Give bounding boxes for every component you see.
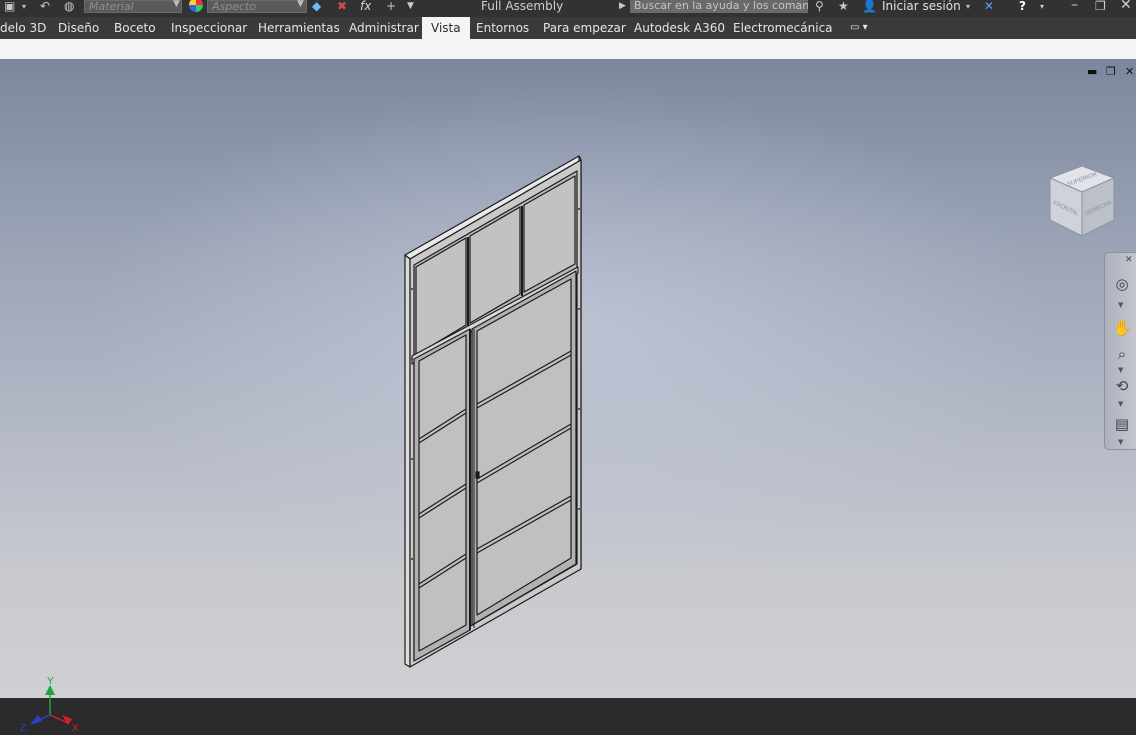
tab-para-empezar[interactable]: Para empezar	[534, 17, 635, 39]
steeringwheel-icon[interactable]: ◎	[1113, 275, 1131, 293]
search-placeholder: Buscar en la ayuda y los comanc	[634, 0, 808, 12]
chevron-down-icon[interactable]: ▼	[1118, 400, 1123, 408]
tab-autodesk-a360[interactable]: Autodesk A360	[625, 17, 734, 39]
undo-icon[interactable]: ↶	[40, 0, 50, 17]
z-axis-arrow	[30, 715, 42, 725]
tab-label: delo 3D	[0, 21, 47, 35]
fx-icon[interactable]: fx	[360, 0, 371, 17]
save-icon[interactable]: ▣	[4, 0, 15, 17]
viewface-icon[interactable]: ▤	[1113, 415, 1131, 433]
signin-button[interactable]: Iniciar sesión	[882, 0, 961, 13]
title-bar: ▣ ▾ ↶ ◍ Material ▼ Aspecto ▼ ◆ ✖ fx + ▼ …	[0, 0, 1136, 17]
customize-dropdown-icon[interactable]: ▼	[407, 0, 414, 17]
save-dropdown-icon[interactable]: ▾	[22, 0, 26, 17]
search-expand-icon[interactable]: ▶	[619, 0, 626, 17]
tab-electromecanica[interactable]: Electromecánica	[724, 17, 842, 39]
tab-label: Administrar	[349, 21, 419, 35]
axis-triad: Y X Z	[20, 676, 79, 734]
help-dropdown-icon[interactable]: ▾	[1040, 0, 1044, 17]
material-dropdown[interactable]: Material	[84, 0, 182, 13]
adjust-icon[interactable]: ◆	[312, 0, 321, 17]
viewcube[interactable]: SUPERIOR FRONTAL DERECHA	[1046, 164, 1118, 240]
tab-label: Boceto	[114, 21, 156, 35]
chevron-down-icon[interactable]: ▼	[1118, 301, 1123, 309]
appearance-dropdown[interactable]: Aspecto	[207, 0, 307, 13]
document-title: Full Assembly	[481, 0, 564, 13]
minimize-icon[interactable]: –	[1071, 0, 1078, 13]
tab-label: Vista	[431, 21, 461, 35]
navigation-bar: ✕ ◎ ▼ ✋ ⌕ ▼ ⟲ ▼ ▤ ▼	[1104, 252, 1136, 450]
chevron-down-icon: ▾	[859, 22, 868, 33]
x-axis-label: X	[72, 723, 79, 734]
search-input[interactable]: Buscar en la ayuda y los comanc	[630, 0, 808, 13]
tab-label: Autodesk A360	[634, 21, 725, 35]
tab-boceto[interactable]: Boceto	[105, 17, 165, 39]
navbar-close-icon[interactable]: ✕	[1125, 255, 1133, 265]
chevron-down-icon: ▼	[173, 0, 180, 9]
material-dropdown-value: Material	[89, 0, 134, 13]
signin-icon: 👤	[862, 0, 877, 13]
navbar-customize-icon[interactable]: ▼	[1118, 438, 1123, 446]
orbit-icon[interactable]: ⟲	[1113, 377, 1131, 395]
material-icon: ◍	[64, 0, 75, 13]
star-icon[interactable]: ★	[838, 0, 849, 17]
signin-dropdown-icon[interactable]: ▾	[966, 0, 970, 17]
pan-icon[interactable]: ✋	[1113, 319, 1132, 337]
z-axis-label: Z	[20, 723, 26, 734]
ribbon-tabs: delo 3D Diseño Boceto Inspeccionar Herra…	[0, 17, 1136, 39]
search-icon[interactable]: ⚲	[815, 0, 824, 17]
tab-label: Para empezar	[543, 21, 626, 35]
tab-label: Inspeccionar	[171, 21, 248, 35]
tab-vista[interactable]: Vista	[422, 17, 470, 39]
tab-label: Electromecánica	[733, 21, 833, 35]
zoom-icon[interactable]: ⌕	[1113, 345, 1131, 363]
chevron-down-icon[interactable]: ▼	[1118, 366, 1123, 374]
tab-herramientas[interactable]: Herramientas	[249, 17, 349, 39]
close-icon[interactable]: ✕	[1120, 0, 1132, 13]
appearance-dropdown-value: Aspecto	[212, 0, 257, 13]
y-axis-label: Y	[47, 676, 54, 687]
tab-inspeccionar[interactable]: Inspeccionar	[162, 17, 256, 39]
graphics-viewport[interactable]: ▬ ❐ ✕ SUPERIOR FRONTAL DERECHA ✕ ◎ ▼ ✋ ⌕…	[0, 59, 1136, 734]
tab-modelo-3d[interactable]: delo 3D	[0, 17, 55, 39]
help-icon[interactable]: ?	[1019, 0, 1026, 17]
tab-label: Entornos	[476, 21, 530, 35]
door-assembly-model[interactable]	[0, 59, 1136, 698]
restore-icon[interactable]: ❐	[1095, 0, 1106, 13]
appearance-icon	[189, 0, 203, 12]
chevron-down-icon: ▼	[297, 0, 304, 9]
ribbon-panel	[0, 39, 1136, 59]
ribbon-display-toggle[interactable]: ▭ ▾	[850, 22, 874, 34]
tab-label: Diseño	[58, 21, 100, 35]
exchange-icon[interactable]: ✕	[984, 0, 994, 17]
plus-icon[interactable]: +	[386, 0, 396, 17]
tab-entornos[interactable]: Entornos	[467, 17, 538, 39]
tab-diseno[interactable]: Diseño	[49, 17, 108, 39]
clear-appearance-icon[interactable]: ✖	[337, 0, 347, 17]
tab-label: Herramientas	[258, 21, 340, 35]
x-axis-arrow	[62, 715, 72, 725]
tab-administrar[interactable]: Administrar	[340, 17, 428, 39]
